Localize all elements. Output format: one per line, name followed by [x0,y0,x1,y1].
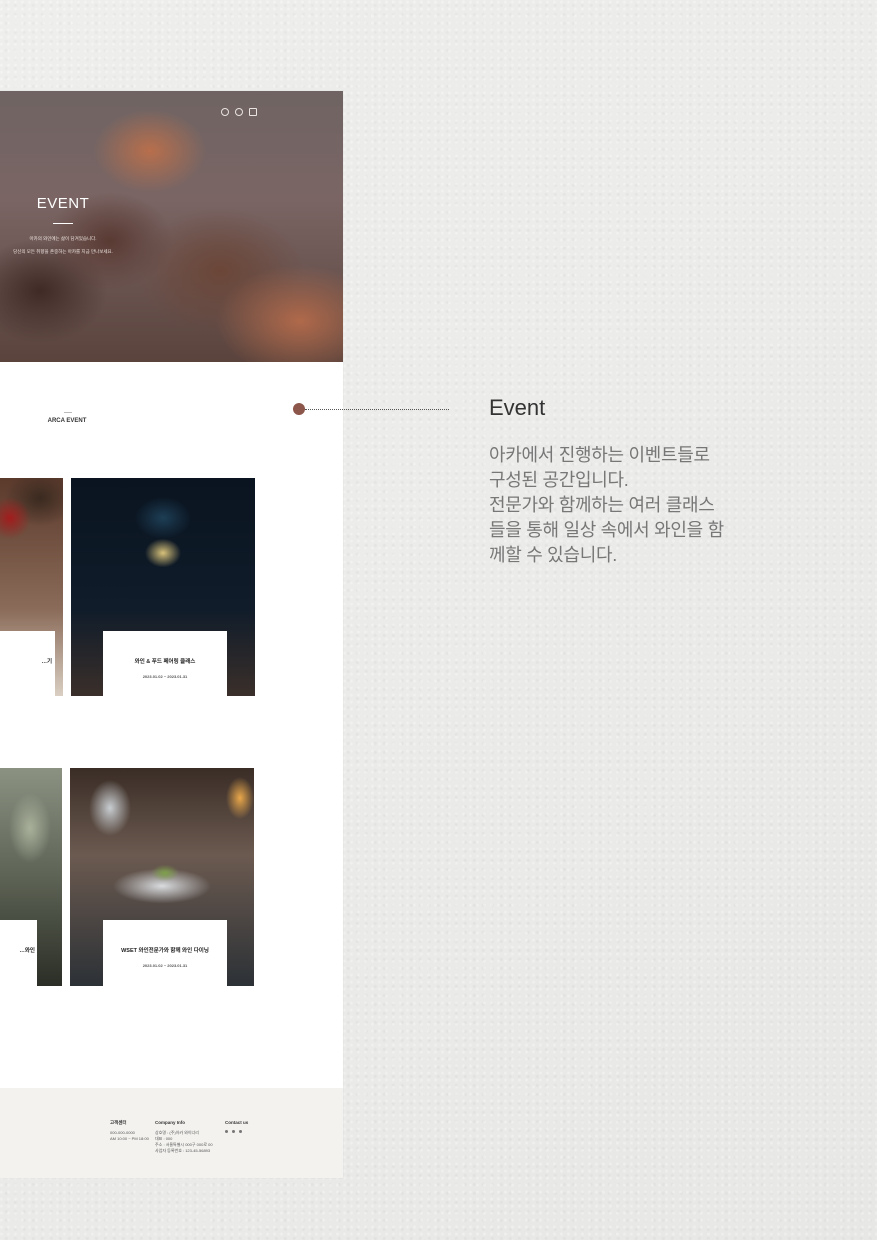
event-title: …기 [41,659,52,665]
info-line: 구성된 공간입니다. [489,470,629,490]
section-title: ARCA EVENT [47,418,87,424]
event-card[interactable]: WSET 와인전문가와 함께 와인 다이닝 2023.01.02 ~ 2023.… [70,768,254,986]
footer-heading: Contact us [225,1120,249,1125]
footer: 고객센터 000-000-0000 AM 10:00 ~ PM 18:00 Co… [0,1088,343,1178]
facebook-icon[interactable] [232,1130,235,1133]
event-title: …와인 [19,948,35,954]
footer-company-info: Company Info 상호명 : (주)아카 와이너리 대표 : 000 주… [155,1120,213,1154]
info-title: Event [489,395,546,420]
header-icons [221,108,257,116]
user-icon[interactable] [235,108,243,116]
section-divider [64,412,72,413]
search-icon[interactable] [221,108,229,116]
connector-line [305,408,449,410]
info-line: 들을 통해 일상 속에서 와인을 함 [489,520,724,540]
info-description: 아카에서 진행하는 이벤트들로 구성된 공간입니다. 전문가와 함께하는 여러 … [489,443,759,568]
website-mockup: EVENT 아카의 와인에는 삶이 담겨있습니다. 당신의 모든 취향을 존중하… [0,91,343,1178]
info-line: 전문가와 함께하는 여러 클래스 [489,495,715,515]
blog-icon[interactable] [239,1130,242,1133]
footer-heading: Company Info [155,1120,185,1125]
footer-heading: 고객센터 [110,1120,127,1125]
event-card[interactable]: …기 [0,478,63,696]
info-line: 아카에서 진행하는 이벤트들로 [489,445,710,465]
event-title: WSET 와인전문가와 함께 와인 다이닝 [121,948,209,954]
footer-text: AM 10:00 ~ PM 18:00 [110,1136,149,1141]
hero-divider [53,223,73,224]
event-card[interactable]: …와인 [0,768,62,986]
event-card-label: 와인 & 푸드 페어링 클래스 2023.01.02 ~ 2023.01.31 [103,631,227,696]
connector-dot [293,403,305,415]
bag-icon[interactable] [249,108,257,116]
hero-banner: EVENT 아카의 와인에는 삶이 담겨있습니다. 당신의 모든 취향을 존중하… [0,91,343,362]
instagram-icon[interactable] [225,1130,228,1133]
event-date: 2023.01.02 ~ 2023.01.31 [142,963,188,968]
footer-text: 사업자 등록번호 : 123-45-56893 [155,1148,211,1153]
event-title: 와인 & 푸드 페어링 클래스 [134,659,196,665]
hero-subtitle-2: 당신의 모든 취향을 존중하는 아카를 지금 만나보세요. [13,249,113,254]
event-card-label: WSET 와인전문가와 함께 와인 다이닝 2023.01.02 ~ 2023.… [103,920,227,986]
footer-contact: Contact us [225,1120,248,1133]
footer-customer-center: 고객센터 000-000-0000 AM 10:00 ~ PM 18:00 [110,1120,149,1142]
event-card[interactable]: 와인 & 푸드 페어링 클래스 2023.01.02 ~ 2023.01.31 [71,478,255,696]
social-links [225,1130,248,1133]
info-line: 께할 수 있습니다. [489,545,617,565]
event-card-label: …와인 [0,920,37,986]
event-card-label: …기 [0,631,55,696]
hero-title: EVENT [36,195,90,212]
event-date: 2023.01.02 ~ 2023.01.31 [142,674,188,679]
hero-subtitle-1: 아카의 와인에는 삶이 담겨있습니다. [29,236,97,241]
